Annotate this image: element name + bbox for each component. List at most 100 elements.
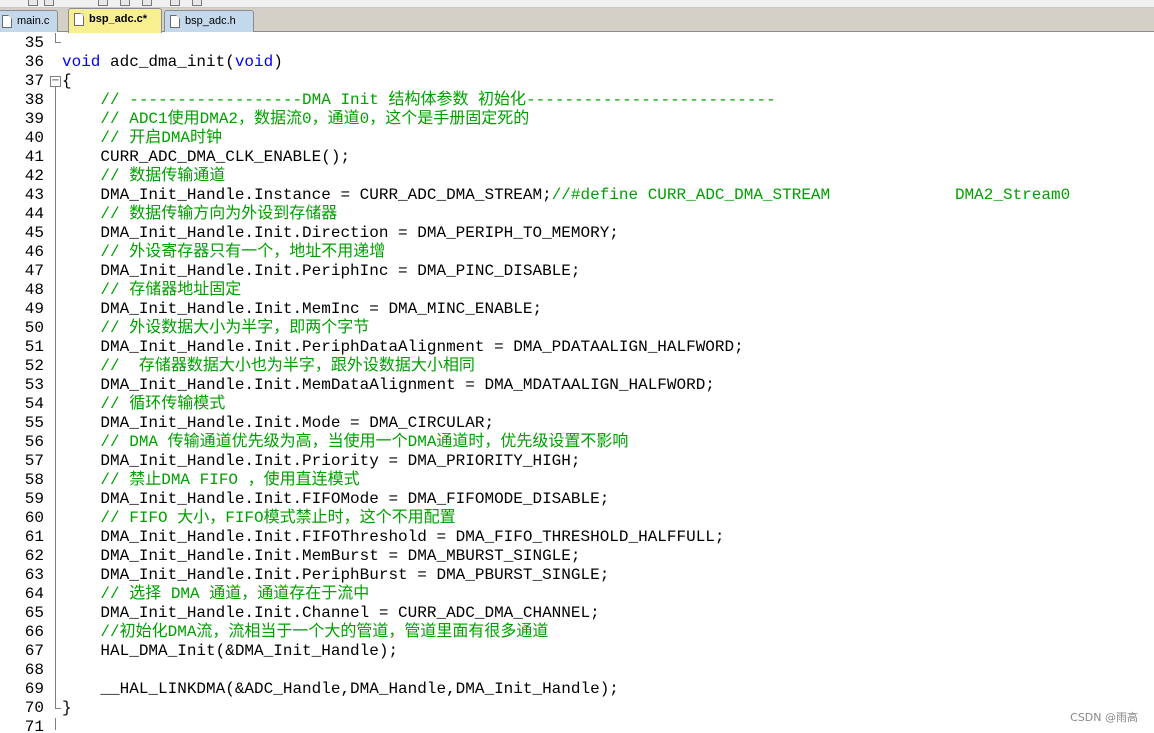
code-line[interactable]: 37 { [0,72,1154,91]
line-number: 68 [24,661,44,679]
line-number: 53 [24,376,44,394]
code-line[interactable]: 50 // 外设数据大小为半字，即两个字节 [0,319,1154,338]
code-line[interactable]: 58 // 禁止DMA FIFO ，使用直连模式 [0,471,1154,490]
code-text: HAL_DMA_Init(&DMA_Init_Handle); [62,642,399,660]
code-line[interactable]: 42 // 数据传输通道 [0,167,1154,186]
fold-toggle-icon[interactable]: − [50,76,61,87]
code-comment: // 存储器地址固定 [62,281,242,299]
line-number: 70 [24,699,44,717]
code-line[interactable]: 40 // 开启DMA时钟 [0,129,1154,148]
code-line[interactable]: 49 DMA_Init_Handle.Init.MemInc = DMA_MIN… [0,300,1154,319]
code-line[interactable]: 54 // 循环传输模式 [0,395,1154,414]
code-line[interactable]: 52 // 存储器数据大小也为半字，跟外设数据大小相同 [0,357,1154,376]
toolbar-button[interactable] [120,0,130,6]
fold-end-marker [55,708,61,709]
code-text: DMA_Init_Handle.Init.FIFOMode = DMA_FIFO… [62,490,610,508]
line-number: 69 [24,680,44,698]
toolbar-button[interactable] [142,0,152,6]
line-number: 62 [24,547,44,565]
code-line[interactable]: 57 DMA_Init_Handle.Init.Priority = DMA_P… [0,452,1154,471]
toolbar-button[interactable] [98,0,108,6]
toolbar-strip [0,0,1154,8]
code-line[interactable]: 64 // 选择 DMA 通道，通道存在于流中 [0,585,1154,604]
tab-bsp-adc-c[interactable]: bsp_adc.c* [68,8,162,33]
code-line[interactable]: 59 DMA_Init_Handle.Init.FIFOMode = DMA_F… [0,490,1154,509]
toolbar-button[interactable] [170,0,180,6]
line-number: 52 [24,357,44,375]
line-number: 71 [24,718,44,733]
line-number: 58 [24,471,44,489]
toolbar-button[interactable] [44,0,54,6]
code-line[interactable]: 44 // 数据传输方向为外设到存储器 [0,205,1154,224]
line-number: 48 [24,281,44,299]
toolbar-button[interactable] [28,0,38,6]
code-text: CURR_ADC_DMA_CLK_ENABLE(); [62,148,351,166]
code-line[interactable]: 45 DMA_Init_Handle.Init.Direction = DMA_… [0,224,1154,243]
code-line[interactable]: 35 [0,34,1154,53]
code-line[interactable]: 63 DMA_Init_Handle.Init.PeriphBurst = DM… [0,566,1154,585]
line-number: 39 [24,110,44,128]
code-line[interactable]: 60 // FIFO 大小，FIFO模式禁止时，这个不用配置 [0,509,1154,528]
line-number: 49 [24,300,44,318]
line-number: 45 [24,224,44,242]
code-line[interactable]: 39 // ADC1使用DMA2，数据流0，通道0，这个是手册固定死的 [0,110,1154,129]
tab-main-c[interactable]: main.c [0,10,58,32]
code-text: DMA_Init_Handle.Init.PeriphBurst = DMA_P… [62,566,610,584]
line-number: 65 [24,604,44,622]
code-line[interactable]: 71 [0,718,1154,733]
code-line[interactable]: 41 CURR_ADC_DMA_CLK_ENABLE(); [0,148,1154,167]
code-line[interactable]: 36 void adc_dma_init(void) [0,53,1154,72]
code-line[interactable]: 53 DMA_Init_Handle.Init.MemDataAlignment… [0,376,1154,395]
code-line[interactable]: 43 DMA_Init_Handle.Instance = CURR_ADC_D… [0,186,1154,205]
code-comment: // ADC1使用DMA2，数据流0，通道0，这个是手册固定死的 [62,110,530,128]
line-number: 51 [24,338,44,356]
tab-bsp-adc-h[interactable]: bsp_adc.h [164,10,254,32]
code-line[interactable]: 68 [0,661,1154,680]
code-line[interactable]: 51 DMA_Init_Handle.Init.PeriphDataAlignm… [0,338,1154,357]
code-text: DMA_Init_Handle.Init.Channel = CURR_ADC_… [62,604,600,622]
fold-guide [55,87,56,708]
line-number: 67 [24,642,44,660]
code-comment: // 循环传输模式 [62,395,226,413]
code-line[interactable]: 67 HAL_DMA_Init(&DMA_Init_Handle); [0,642,1154,661]
code-text: DMA_Init_Handle.Init.PeriphInc = DMA_PIN… [62,262,581,280]
keyword-void: void [62,53,101,71]
code-line[interactable]: 56 // DMA 传输通道优先级为高，当使用一个DMA通道时，优先级设置不影响 [0,433,1154,452]
tab-label: main.c [17,15,50,27]
code-text: DMA_Init_Handle.Init.PeriphDataAlignment… [62,338,744,356]
line-number: 43 [24,186,44,204]
code-comment: // 外设数据大小为半字，即两个字节 [62,319,370,337]
code-comment: // 禁止DMA FIFO ，使用直连模式 [62,471,360,489]
code-line[interactable]: 62 DMA_Init_Handle.Init.MemBurst = DMA_M… [0,547,1154,566]
line-number: 55 [24,414,44,432]
code-comment: // 选择 DMA 通道，通道存在于流中 [62,585,370,603]
code-comment: // 数据传输方向为外设到存储器 [62,205,338,223]
code-line[interactable]: 47 DMA_Init_Handle.Init.PeriphInc = DMA_… [0,262,1154,281]
code-line[interactable]: 66 //初始化DMA流，流相当于一个大的管道，管道里面有很多通道 [0,623,1154,642]
line-number: 41 [24,148,44,166]
code-editor[interactable]: 35 36 void adc_dma_init(void) 37 {38 // ----… [0,33,1154,733]
line-number: 60 [24,509,44,527]
code-line[interactable]: 69 __HAL_LINKDMA(&ADC_Handle,DMA_Handle,… [0,680,1154,699]
line-number: 61 [24,528,44,546]
fold-guide [55,718,56,730]
line-number: 46 [24,243,44,261]
code-comment: //初始化DMA流，流相当于一个大的管道，管道里面有很多通道 [62,623,549,641]
line-number: 66 [24,623,44,641]
file-tab-bar: main.c bsp_adc.c* bsp_adc.h [0,8,1154,33]
code-line[interactable]: 46 // 外设寄存器只有一个，地址不用递增 [0,243,1154,262]
code-text: void adc_dma_init(void) [62,53,283,71]
toolbar-button[interactable] [192,0,202,6]
code-comment: // 开启DMA时钟 [62,129,223,147]
line-number: 57 [24,452,44,470]
code-comment: // FIFO 大小，FIFO模式禁止时，这个不用配置 [62,509,456,527]
code-text: DMA_Init_Handle.Init.MemInc = DMA_MINC_E… [62,300,543,318]
code-line[interactable]: 38 // ------------------DMA Init 结构体参数 初… [0,91,1154,110]
code-line[interactable]: 55 DMA_Init_Handle.Init.Mode = DMA_CIRCU… [0,414,1154,433]
line-number: 47 [24,262,44,280]
code-line[interactable]: 61 DMA_Init_Handle.Init.FIFOThreshold = … [0,528,1154,547]
code-line[interactable]: 70} [0,699,1154,718]
line-number: 54 [24,395,44,413]
code-line[interactable]: 48 // 存储器地址固定 [0,281,1154,300]
code-line[interactable]: 65 DMA_Init_Handle.Init.Channel = CURR_A… [0,604,1154,623]
